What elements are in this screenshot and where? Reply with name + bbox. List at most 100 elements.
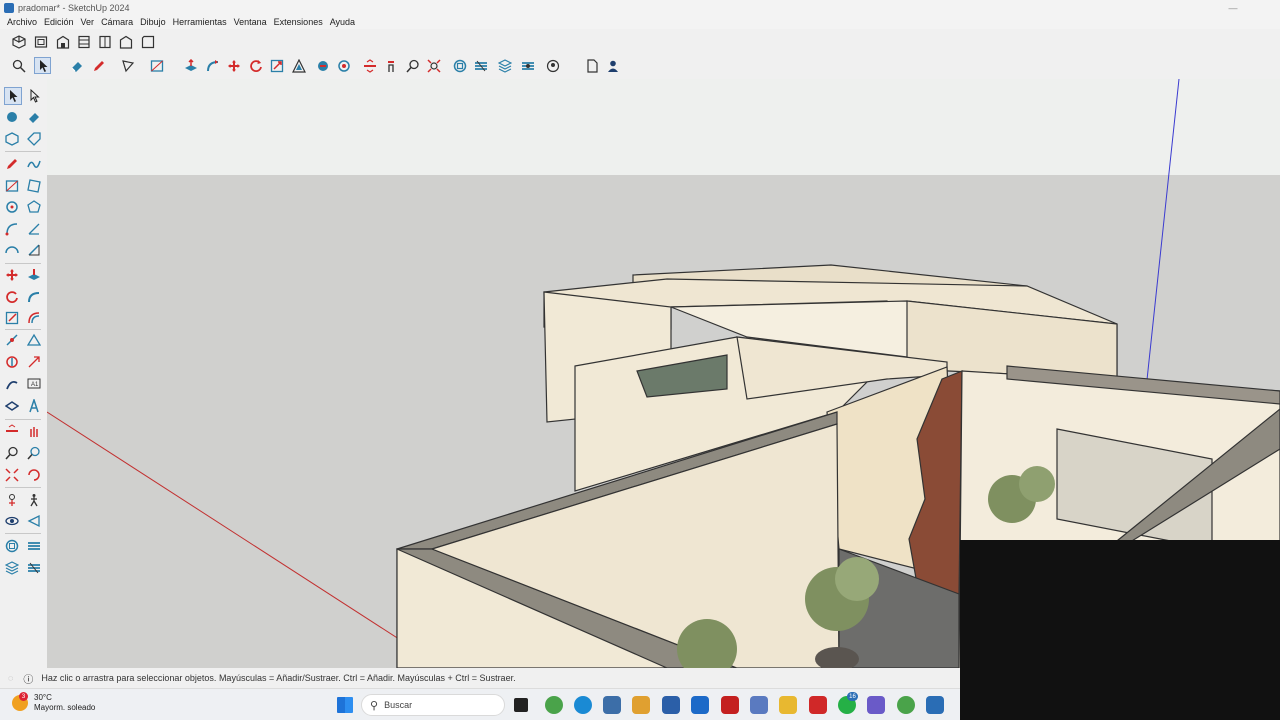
menu-herramientas[interactable]: Herramientas xyxy=(173,17,227,27)
scale-icon[interactable] xyxy=(269,58,284,73)
follow-me-tool-icon[interactable] xyxy=(26,289,42,305)
account-icon[interactable] xyxy=(545,58,560,73)
back-view-icon[interactable] xyxy=(97,34,112,49)
extension-manager-icon[interactable] xyxy=(26,538,42,554)
rectangle-tool-icon[interactable] xyxy=(4,178,20,194)
line-icon[interactable] xyxy=(120,58,135,73)
chrome-icon[interactable] xyxy=(545,696,563,714)
info-icon[interactable]: ⓘ xyxy=(23,671,33,686)
warehouse-icon[interactable] xyxy=(452,58,467,73)
search-icon[interactable] xyxy=(11,58,26,73)
wps-office-icon[interactable] xyxy=(809,696,827,714)
push-pull-tool-icon[interactable] xyxy=(26,267,42,283)
whatsapp-icon[interactable]: 16 xyxy=(838,692,858,714)
paint-bucket-icon[interactable] xyxy=(4,109,20,125)
rotate-tool-icon[interactable] xyxy=(4,289,20,305)
make-component-icon[interactable] xyxy=(4,131,20,147)
previous-view-icon[interactable] xyxy=(26,467,42,483)
select-icon[interactable] xyxy=(34,57,51,74)
offset-icon[interactable] xyxy=(291,58,306,73)
arc-tool-icon[interactable] xyxy=(4,221,20,237)
pan-icon[interactable] xyxy=(26,423,42,439)
chrome-profile-icon[interactable] xyxy=(897,696,915,714)
menu-edicion[interactable]: Edición xyxy=(44,17,74,27)
task-view-icon[interactable] xyxy=(514,698,528,712)
eraser-icon[interactable] xyxy=(69,58,84,73)
3d-text-icon[interactable] xyxy=(4,398,20,414)
lasso-select-icon[interactable] xyxy=(26,88,42,104)
tag-icon[interactable] xyxy=(26,131,42,147)
position-camera-icon[interactable] xyxy=(4,492,20,508)
section-plane-icon[interactable] xyxy=(362,58,377,73)
sketchup-taskbar-icon[interactable] xyxy=(926,696,944,714)
copilot-icon[interactable] xyxy=(632,696,650,714)
snipping-tool-icon[interactable] xyxy=(750,696,768,714)
menu-ver[interactable]: Ver xyxy=(81,17,95,27)
push-pull-icon[interactable] xyxy=(183,58,198,73)
file-explorer-icon[interactable] xyxy=(779,696,797,714)
zoom-extents-icon[interactable] xyxy=(426,58,441,73)
bottom-view-icon[interactable] xyxy=(140,34,155,49)
component-icon[interactable] xyxy=(336,58,351,73)
menu-camara[interactable]: Cámara xyxy=(101,17,133,27)
layer-stack-icon[interactable] xyxy=(4,560,20,576)
text-tool-icon[interactable] xyxy=(4,376,20,392)
scale-tool-icon[interactable] xyxy=(4,310,20,326)
zoom-tool-icon[interactable] xyxy=(4,445,20,461)
move-tool-icon[interactable] xyxy=(4,267,20,283)
orbit-icon[interactable] xyxy=(4,423,20,439)
photos-icon[interactable] xyxy=(867,696,885,714)
iso-view-icon[interactable] xyxy=(11,34,26,49)
zoom-window-icon[interactable] xyxy=(26,445,42,461)
three-point-arc-icon[interactable] xyxy=(26,242,42,258)
calendar-app-icon[interactable] xyxy=(662,696,680,714)
zoom-icon[interactable] xyxy=(405,58,420,73)
axes-icon[interactable] xyxy=(26,354,42,370)
user-icon[interactable] xyxy=(605,58,620,73)
store-icon[interactable] xyxy=(603,696,621,714)
eraser-tool-icon[interactable] xyxy=(26,109,42,125)
select-tool-icon[interactable] xyxy=(4,87,22,105)
pencil-icon[interactable] xyxy=(91,58,106,73)
styles-icon[interactable] xyxy=(520,58,535,73)
weather-widget[interactable]: 3 30°C Mayorm. soleado xyxy=(12,692,95,713)
new-file-icon[interactable] xyxy=(584,58,599,73)
look-around-icon[interactable] xyxy=(4,513,20,529)
taskbar-search-box[interactable]: ⚲ Buscar xyxy=(361,694,505,716)
walk-tool-icon[interactable] xyxy=(26,492,42,508)
extension-warehouse-tool-icon[interactable] xyxy=(26,560,42,576)
menu-dibujo[interactable]: Dibujo xyxy=(140,17,166,27)
autocad-icon[interactable] xyxy=(691,696,709,714)
menu-archivo[interactable]: Archivo xyxy=(7,17,37,27)
circle-tool-icon[interactable] xyxy=(4,199,20,215)
pie-tool-icon[interactable] xyxy=(26,221,42,237)
tape-measure-icon[interactable] xyxy=(4,332,20,348)
start-windows-icon[interactable] xyxy=(337,697,353,713)
label-tool-icon[interactable]: A1 xyxy=(26,376,42,392)
rotated-rectangle-icon[interactable] xyxy=(26,178,42,194)
acrobat-icon[interactable] xyxy=(721,696,739,714)
offset-tool-icon[interactable] xyxy=(26,310,42,326)
menu-extensiones[interactable]: Extensiones xyxy=(274,17,323,27)
polygon-tool-icon[interactable] xyxy=(26,199,42,215)
rotate-icon[interactable] xyxy=(248,58,263,73)
layers-icon[interactable] xyxy=(497,58,512,73)
zoom-extents-tool-icon[interactable] xyxy=(4,467,20,483)
dimension-icon[interactable] xyxy=(4,354,20,370)
text-a-icon[interactable] xyxy=(26,398,42,414)
move-icon[interactable] xyxy=(226,58,241,73)
walk-icon[interactable] xyxy=(383,58,398,73)
two-point-arc-icon[interactable] xyxy=(4,242,20,258)
protractor-icon[interactable] xyxy=(26,332,42,348)
right-view-icon[interactable] xyxy=(76,34,91,49)
3d-warehouse-icon[interactable] xyxy=(4,538,20,554)
edge-icon[interactable] xyxy=(574,696,592,714)
line-tool-icon[interactable] xyxy=(4,156,20,172)
menu-ayuda[interactable]: Ayuda xyxy=(330,17,355,27)
menu-ventana[interactable]: Ventana xyxy=(234,17,267,27)
extension-warehouse-icon[interactable] xyxy=(473,58,488,73)
freehand-icon[interactable] xyxy=(26,156,42,172)
rectangle-icon[interactable] xyxy=(149,58,164,73)
follow-me-icon[interactable] xyxy=(205,58,220,73)
section-plane-tool-icon[interactable] xyxy=(26,513,42,529)
